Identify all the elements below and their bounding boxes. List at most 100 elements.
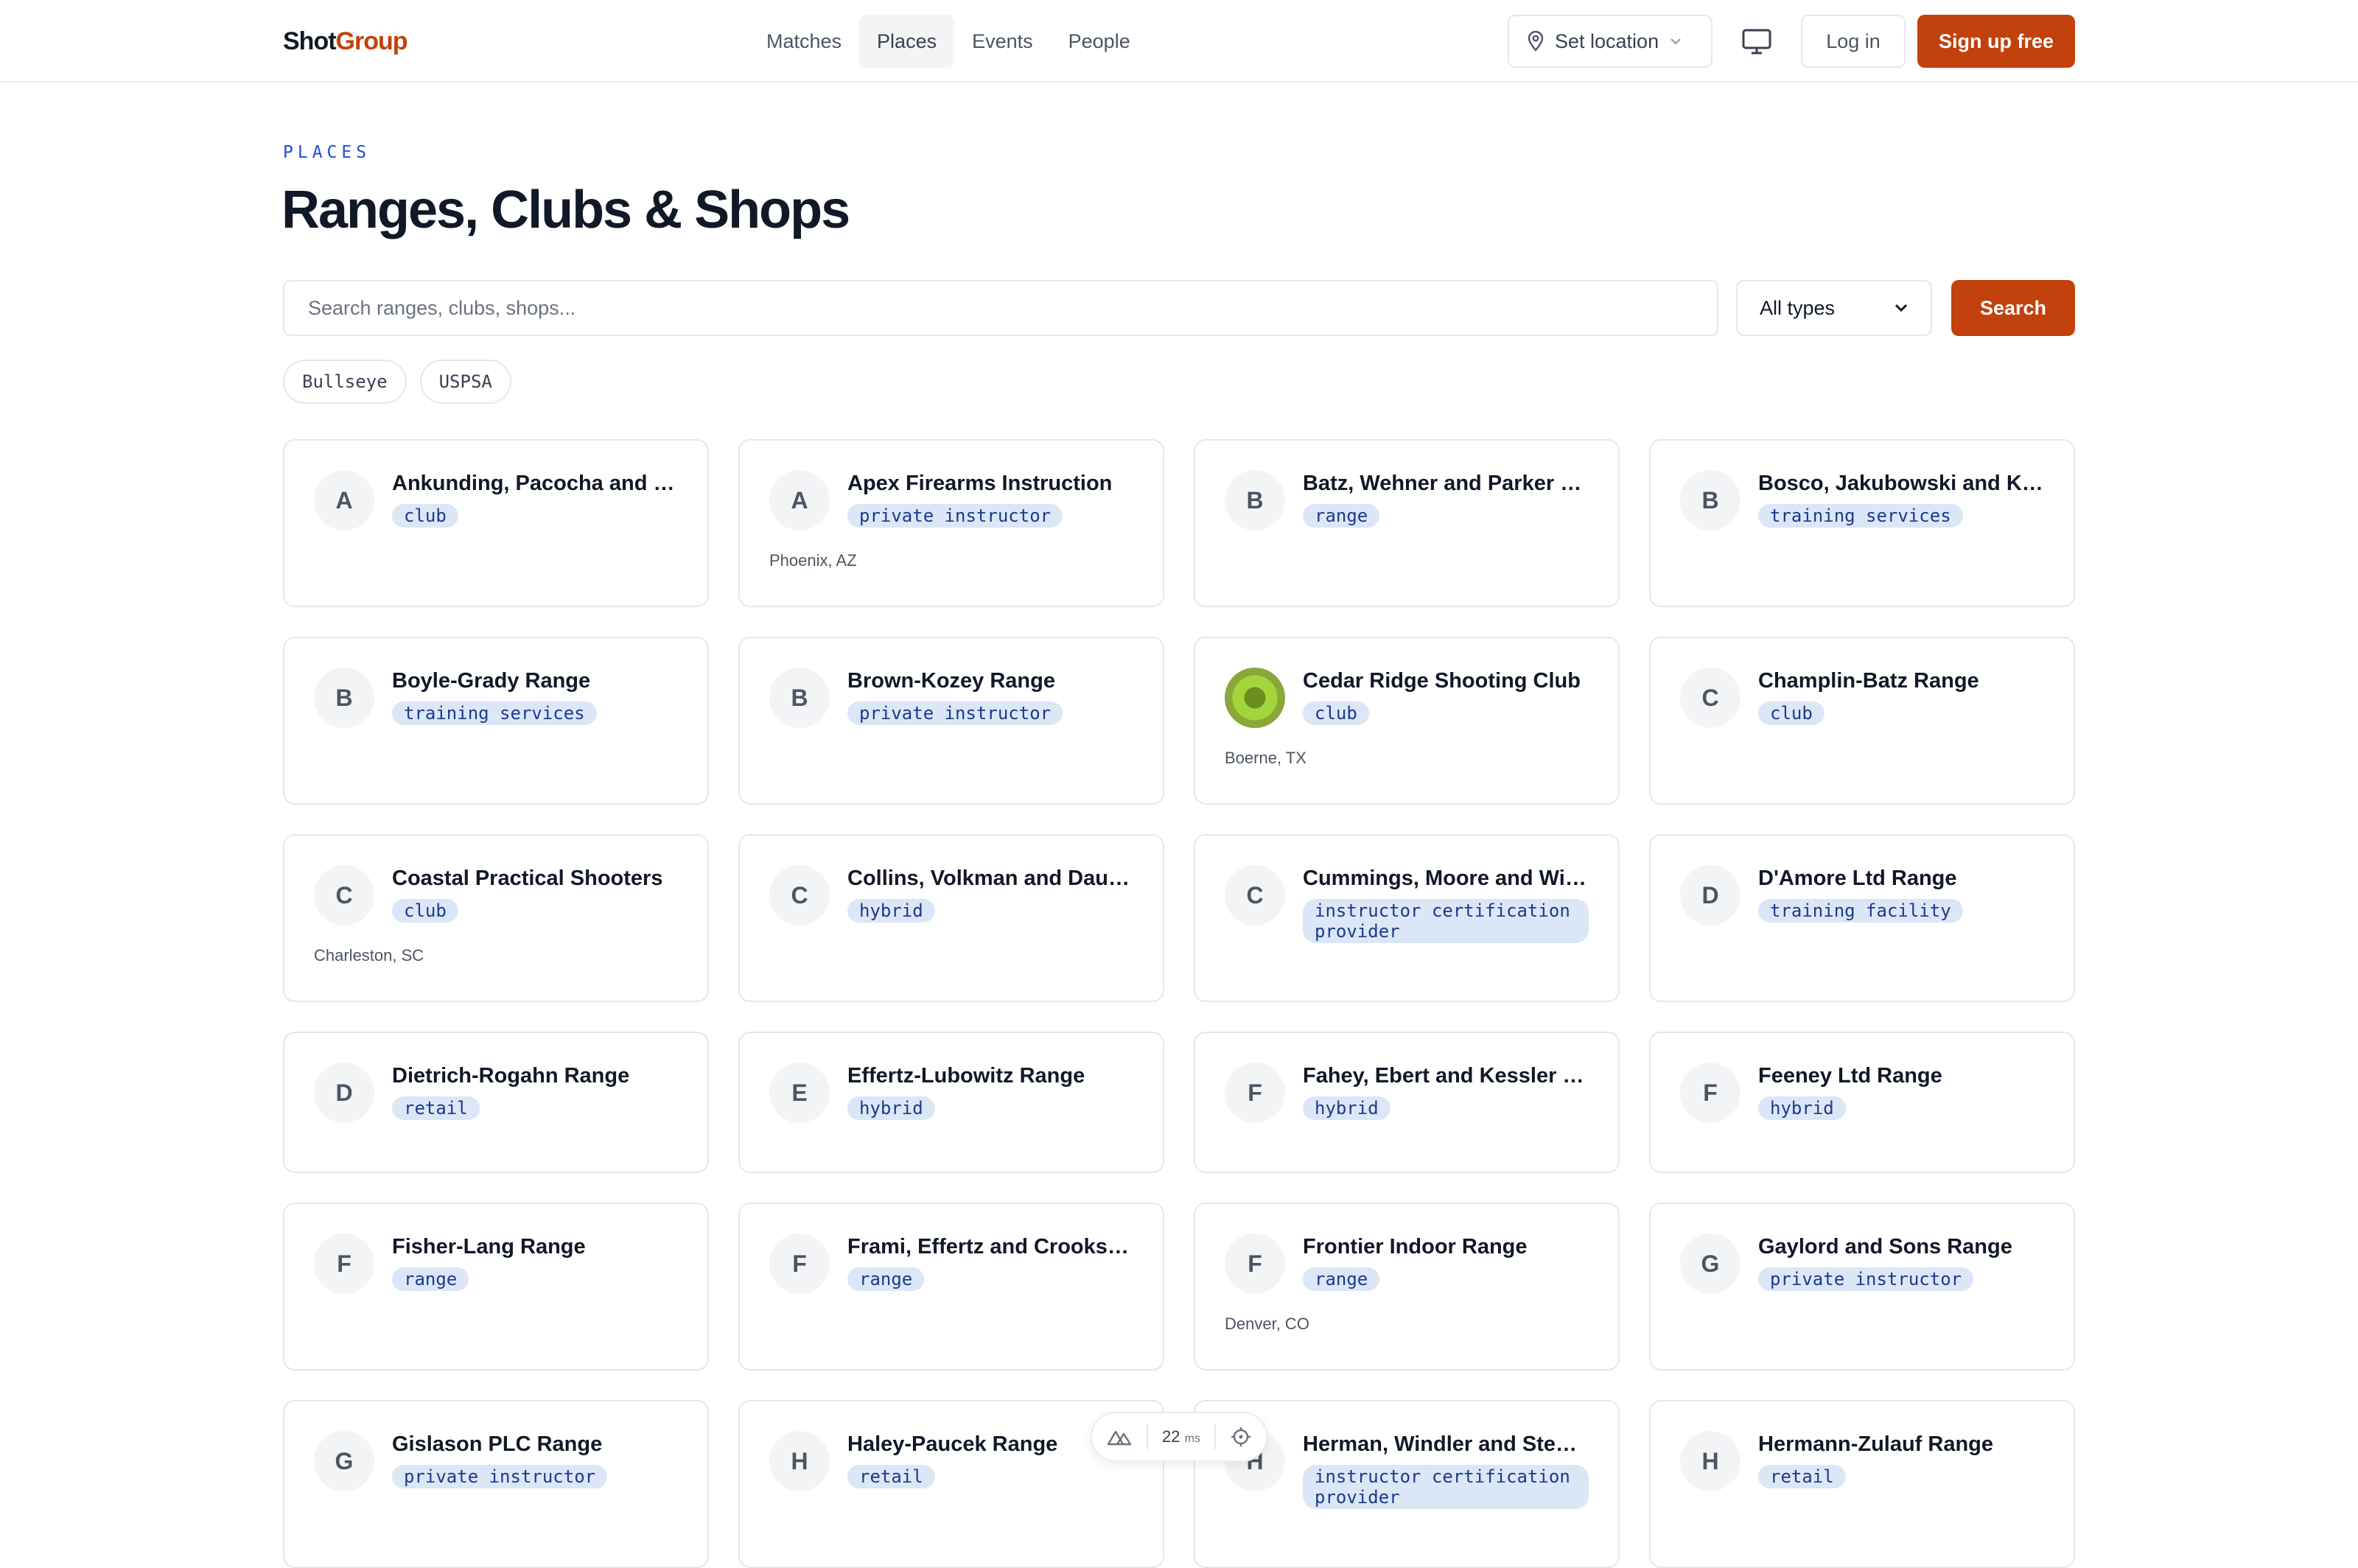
logo[interactable]: ShotGroup bbox=[283, 27, 408, 56]
signup-button[interactable]: Sign up free bbox=[1917, 15, 2075, 68]
login-button[interactable]: Log in bbox=[1801, 15, 1906, 68]
place-info: Herman, Windler and Steuber Range instruc… bbox=[1303, 1431, 1589, 1509]
place-card[interactable]: D D'Amore Ltd Range training facility bbox=[1649, 834, 2075, 1002]
display-mode-button[interactable] bbox=[1739, 24, 1774, 59]
place-name[interactable]: Bosco, Jakubowski and Klein Range bbox=[1758, 470, 2044, 497]
place-name[interactable]: Cummings, Moore and Wilkinson Range bbox=[1303, 865, 1589, 892]
place-card[interactable]: B Boyle-Grady Range training services bbox=[283, 637, 709, 805]
place-name[interactable]: D'Amore Ltd Range bbox=[1758, 865, 2044, 892]
perf-indicator[interactable]: 22 ms bbox=[1091, 1412, 1267, 1462]
place-avatar: C bbox=[1225, 865, 1285, 925]
place-card[interactable]: G Gislason PLC Range private instructor bbox=[283, 1400, 709, 1568]
place-name[interactable]: Fahey, Ebert and Kessler Range bbox=[1303, 1063, 1589, 1089]
place-card[interactable]: C Collins, Volkman and Daugherty Range hyb… bbox=[738, 834, 1164, 1002]
place-card[interactable]: D Dietrich-Rogahn Range retail bbox=[283, 1032, 709, 1173]
place-card[interactable]: F Fisher-Lang Range range bbox=[283, 1203, 709, 1371]
place-card[interactable]: F Frontier Indoor Range range Denver, CO bbox=[1194, 1203, 1620, 1371]
set-location-button[interactable]: Set location bbox=[1508, 15, 1712, 68]
place-type-badge: club bbox=[392, 899, 458, 923]
place-type-badge: private instructor bbox=[1758, 1267, 1974, 1291]
place-card-header: A Ankunding, Pacocha and Bergnaum Range cl… bbox=[314, 470, 678, 531]
logo-text-shot: Shot bbox=[283, 27, 337, 55]
place-type-badge: training services bbox=[1758, 504, 1963, 528]
place-avatar-initial: H bbox=[1701, 1447, 1719, 1474]
place-card-header: F Fisher-Lang Range range bbox=[314, 1233, 678, 1294]
place-name[interactable]: Feeney Ltd Range bbox=[1758, 1063, 2044, 1089]
place-info: Gaylord and Sons Range private instructor bbox=[1758, 1233, 2044, 1291]
place-card[interactable]: A Apex Firearms Instruction private instru… bbox=[738, 439, 1164, 607]
place-avatar: G bbox=[314, 1431, 374, 1491]
place-name[interactable]: Hermann-Zulauf Range bbox=[1758, 1431, 2044, 1457]
place-name[interactable]: Champlin-Batz Range bbox=[1758, 668, 2044, 694]
place-info: Coastal Practical Shooters club bbox=[392, 865, 678, 923]
chevron-down-icon bbox=[1895, 304, 1908, 312]
place-avatar: H bbox=[1680, 1431, 1740, 1491]
nav-people[interactable]: People bbox=[1051, 15, 1148, 68]
place-card-header: F Fahey, Ebert and Kessler Range hybrid bbox=[1225, 1063, 1589, 1123]
place-card[interactable]: B Batz, Wehner and Parker Range range bbox=[1194, 439, 1620, 607]
place-name[interactable]: Gaylord and Sons Range bbox=[1758, 1233, 2044, 1260]
place-name[interactable]: Dietrich-Rogahn Range bbox=[392, 1063, 678, 1089]
place-name[interactable]: Cedar Ridge Shooting Club bbox=[1303, 668, 1589, 694]
place-type-badge: club bbox=[392, 504, 458, 528]
filter-chips: Bullseye USPSA bbox=[283, 360, 511, 404]
place-info: D'Amore Ltd Range training facility bbox=[1758, 865, 2044, 923]
place-name[interactable]: Coastal Practical Shooters bbox=[392, 865, 678, 892]
type-select-value: All types bbox=[1760, 296, 1836, 319]
place-card-header: B Boyle-Grady Range training services bbox=[314, 668, 678, 728]
place-card[interactable]: H Hermann-Zulauf Range retail bbox=[1649, 1400, 2075, 1568]
place-avatar-initial: C bbox=[791, 881, 808, 909]
place-card[interactable]: G Gaylord and Sons Range private instructo… bbox=[1649, 1203, 2075, 1371]
nav-matches[interactable]: Matches bbox=[749, 15, 859, 68]
place-avatar-initial: A bbox=[791, 486, 808, 514]
top-header: ShotGroup Matches Places Events People S… bbox=[0, 0, 2358, 83]
place-name[interactable]: Frontier Indoor Range bbox=[1303, 1233, 1589, 1260]
place-card[interactable]: F Frami, Effertz and Crooks Range range bbox=[738, 1203, 1164, 1371]
place-name[interactable]: Effertz-Lubowitz Range bbox=[847, 1063, 1133, 1089]
place-name[interactable]: Brown-Kozey Range bbox=[847, 668, 1133, 694]
place-name[interactable]: Ankunding, Pacocha and Bergnaum Range bbox=[392, 470, 678, 497]
place-card[interactable]: F Feeney Ltd Range hybrid bbox=[1649, 1032, 2075, 1173]
place-name[interactable]: Batz, Wehner and Parker Range bbox=[1303, 470, 1589, 497]
place-avatar-initial: F bbox=[1703, 1079, 1718, 1106]
place-card[interactable]: B Brown-Kozey Range private instructor bbox=[738, 637, 1164, 805]
place-name[interactable]: Frami, Effertz and Crooks Range bbox=[847, 1233, 1133, 1260]
place-card[interactable]: E Effertz-Lubowitz Range hybrid bbox=[738, 1032, 1164, 1173]
place-avatar: C bbox=[1680, 668, 1740, 728]
place-name[interactable]: Apex Firearms Instruction bbox=[847, 470, 1133, 497]
nav-places[interactable]: Places bbox=[859, 15, 955, 68]
place-type-badge: hybrid bbox=[1758, 1096, 1846, 1120]
place-info: Boyle-Grady Range training services bbox=[392, 668, 678, 725]
place-card[interactable]: C Coastal Practical Shooters club Charlesto… bbox=[283, 834, 709, 1002]
search-input[interactable] bbox=[283, 280, 1718, 336]
type-select[interactable]: All types bbox=[1736, 280, 1932, 336]
place-card-header: F Frami, Effertz and Crooks Range range bbox=[769, 1233, 1133, 1294]
search-button[interactable]: Search bbox=[1951, 280, 2075, 336]
perf-divider bbox=[1214, 1424, 1217, 1449]
chip-bullseye[interactable]: Bullseye bbox=[283, 360, 407, 404]
nav-events[interactable]: Events bbox=[954, 15, 1051, 68]
place-card[interactable]: F Fahey, Ebert and Kessler Range hybrid bbox=[1194, 1032, 1620, 1173]
place-card-header: D D'Amore Ltd Range training facility bbox=[1680, 865, 2044, 925]
place-name[interactable]: Gislason PLC Range bbox=[392, 1431, 678, 1457]
place-card[interactable]: B Bosco, Jakubowski and Klein Range traini… bbox=[1649, 439, 2075, 607]
set-location-label: Set location bbox=[1555, 29, 1659, 52]
chip-uspsa[interactable]: USPSA bbox=[419, 360, 511, 404]
place-info: Brown-Kozey Range private instructor bbox=[847, 668, 1133, 725]
place-card-header: HHerman, Windler and Steuber Rangeinstru… bbox=[1225, 1431, 1589, 1509]
place-card[interactable]: A Ankunding, Pacocha and Bergnaum Range cl… bbox=[283, 439, 709, 607]
place-name[interactable]: Collins, Volkman and Daugherty Range bbox=[847, 865, 1133, 892]
place-avatar: B bbox=[769, 668, 830, 728]
page-title: Ranges, Clubs & Shops bbox=[281, 181, 850, 239]
place-name[interactable]: Fisher-Lang Range bbox=[392, 1233, 678, 1260]
place-card[interactable]: C Cummings, Moore and Wilkinson Range inst… bbox=[1194, 834, 1620, 1002]
place-name[interactable]: Herman, Windler and Steuber Range bbox=[1303, 1431, 1589, 1457]
perf-readout: 22 ms bbox=[1162, 1427, 1200, 1446]
place-type-badge: retail bbox=[392, 1096, 480, 1120]
place-info: Frontier Indoor Range range bbox=[1303, 1233, 1589, 1291]
place-card[interactable]: Cedar Ridge Shooting Club club Boerne, TX bbox=[1194, 637, 1620, 805]
place-card[interactable]: C Champlin-Batz Range club bbox=[1649, 637, 2075, 805]
place-name[interactable]: Boyle-Grady Range bbox=[392, 668, 678, 694]
place-card-header: C Champlin-Batz Range club bbox=[1680, 668, 2044, 728]
place-info: Bosco, Jakubowski and Klein Range trainin… bbox=[1758, 470, 2044, 528]
